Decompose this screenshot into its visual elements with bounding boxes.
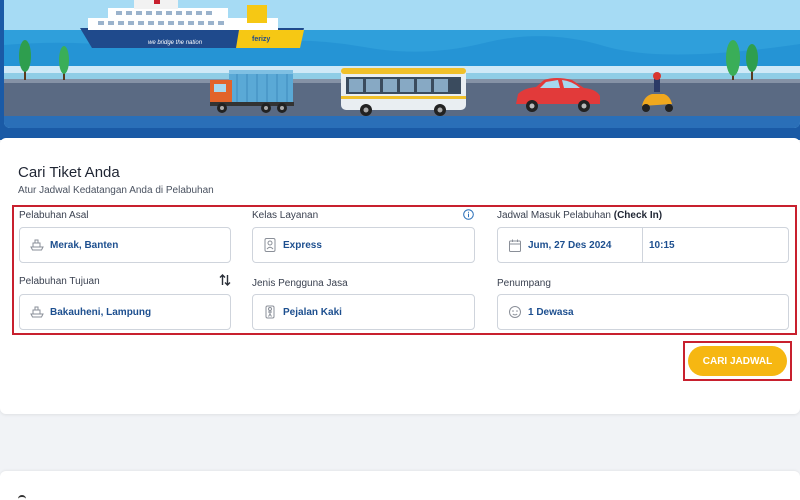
passengers-field[interactable]: 1 Dewasa xyxy=(497,294,789,330)
search-card-subtitle: Atur Jadwal Kedatangan Anda di Pelabuhan xyxy=(18,185,214,196)
lower-card xyxy=(0,471,800,500)
service-class-label: Kelas Layanan xyxy=(252,210,319,221)
origin-field[interactable]: Merak, Banten xyxy=(19,227,231,263)
ship-icon xyxy=(29,304,45,320)
search-schedule-button[interactable]: CARI JADWAL xyxy=(688,346,787,376)
page: we bridge the nation ferizy Cari Tiket A… xyxy=(0,0,800,500)
svg-text:we bridge the nation: we bridge the nation xyxy=(148,40,203,46)
bus-illustration xyxy=(341,68,466,116)
swap-ports-icon[interactable] xyxy=(219,273,231,287)
schedule-date-field[interactable]: Jum, 27 Des 2024 xyxy=(498,228,642,262)
pedestrian-icon xyxy=(262,304,278,320)
schedule-field: Jum, 27 Des 2024 10:15 xyxy=(497,227,789,263)
schedule-date-value: Jum, 27 Des 2024 xyxy=(528,239,612,251)
search-ticket-card: Cari Tiket Anda Atur Jadwal Kedatangan A… xyxy=(0,138,800,414)
user-type-field[interactable]: Pejalan Kaki xyxy=(252,294,475,330)
passenger-icon xyxy=(507,304,523,320)
user-type-value: Pejalan Kaki xyxy=(283,306,342,318)
schedule-label-text: Jadwal Masuk Pelabuhan xyxy=(497,210,611,221)
svg-text:ferizy: ferizy xyxy=(252,36,270,43)
origin-value: Merak, Banten xyxy=(50,239,119,251)
schedule-label: Jadwal Masuk Pelabuhan (Check In) xyxy=(497,210,662,221)
banner-illustration: we bridge the nation ferizy xyxy=(4,0,800,128)
info-icon[interactable] xyxy=(463,207,474,220)
service-class-value: Express xyxy=(283,239,322,251)
service-class-icon xyxy=(262,237,278,253)
search-button-highlight: CARI JADWAL xyxy=(683,341,792,381)
lower-card-mark xyxy=(18,495,26,500)
calendar-icon xyxy=(507,237,523,253)
destination-field[interactable]: Bakauheni, Lampung xyxy=(19,294,231,330)
service-class-field[interactable]: Express xyxy=(252,227,475,263)
user-type-label: Jenis Pengguna Jasa xyxy=(252,278,348,289)
search-card-title: Cari Tiket Anda xyxy=(18,164,120,181)
schedule-time-value: 10:15 xyxy=(649,239,675,251)
banner-artwork: we bridge the nation ferizy xyxy=(4,0,800,128)
schedule-time-field[interactable]: 10:15 xyxy=(643,228,675,262)
passengers-value: 1 Dewasa xyxy=(528,306,574,318)
passengers-label: Penumpang xyxy=(497,278,551,289)
hero-banner: we bridge the nation ferizy xyxy=(0,0,800,140)
destination-value: Bakauheni, Lampung xyxy=(50,306,152,318)
destination-label: Pelabuhan Tujuan xyxy=(19,276,100,287)
schedule-label-checkin: (Check In) xyxy=(613,210,663,221)
origin-label: Pelabuhan Asal xyxy=(19,210,89,221)
ship-icon xyxy=(29,237,45,253)
